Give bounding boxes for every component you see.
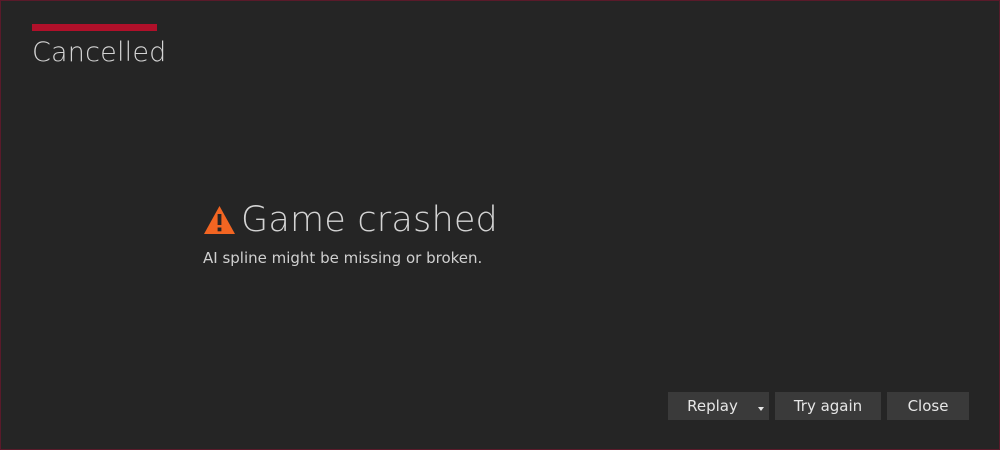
dialog-title: Cancelled xyxy=(32,37,167,68)
error-heading: Game crashed xyxy=(203,197,498,243)
caret-down-icon[interactable] xyxy=(756,404,766,414)
close-button[interactable]: Close xyxy=(887,392,969,420)
error-description: AI spline might be missing or broken. xyxy=(203,249,483,267)
replay-button[interactable]: Replay xyxy=(668,392,769,420)
dialog-window: Cancelled Game crashed AI spline might b… xyxy=(0,0,1000,450)
warning-icon xyxy=(204,206,235,234)
replay-button-label: Replay xyxy=(687,397,738,415)
try-again-button[interactable]: Try again xyxy=(775,392,881,420)
title-accent-bar xyxy=(32,24,157,31)
error-message: Game crashed AI spline might be missing … xyxy=(203,197,498,268)
button-row: Replay Try again Close xyxy=(668,392,969,420)
error-title: Game crashed xyxy=(241,200,498,240)
